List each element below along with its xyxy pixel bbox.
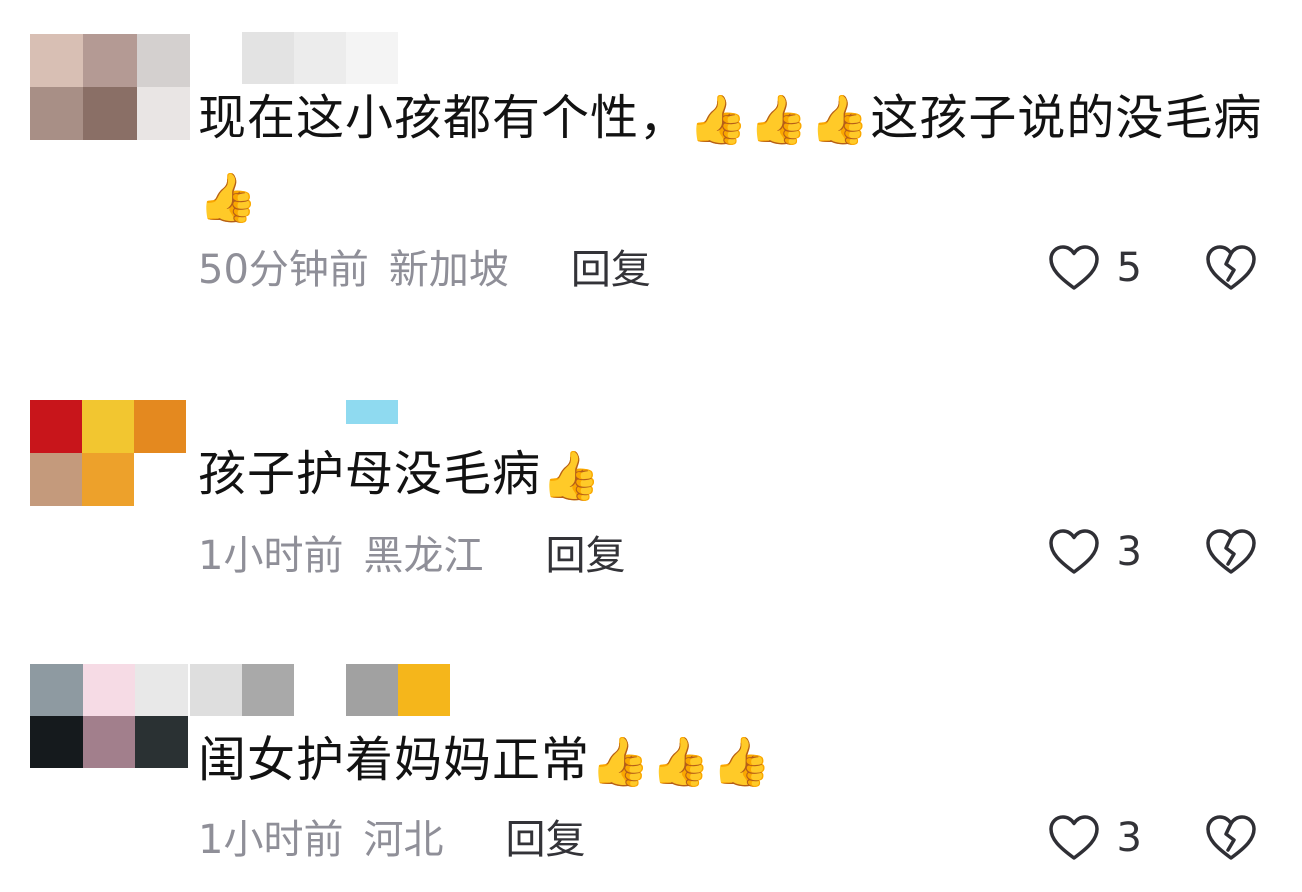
comment-time: 1小时前 xyxy=(198,817,344,863)
avatar-pixel xyxy=(83,87,137,140)
comment-text: 现在这小孩都有个性，👍👍👍这孩子说的没毛病 👍 xyxy=(198,80,1278,236)
username-pixel xyxy=(346,400,398,424)
avatar-pixel xyxy=(134,400,186,453)
comment-item: 现在这小孩都有个性，👍👍👍这孩子说的没毛病 👍 50分钟前 新加坡 回复 5 xyxy=(0,0,1302,293)
username-pixel xyxy=(242,32,294,84)
reply-button[interactable]: 回复 xyxy=(571,237,651,295)
like-group: 3 xyxy=(1047,808,1142,868)
avatar-pixel xyxy=(30,400,82,453)
avatar-pixel xyxy=(135,664,188,716)
thumbs-up-emoji: 👍👍👍 xyxy=(688,92,871,148)
avatar-pixel xyxy=(82,664,136,716)
comment-location: 黑龙江 xyxy=(363,533,484,579)
avatar[interactable] xyxy=(30,34,190,140)
comment-meta: 50分钟前 新加坡 回复 xyxy=(198,236,651,296)
heart-icon[interactable] xyxy=(1047,528,1101,576)
comment-text-part: 闺女护着妈妈正常 xyxy=(198,732,591,788)
username-pixel xyxy=(346,32,398,84)
avatar-pixel xyxy=(30,664,83,716)
reply-button[interactable]: 回复 xyxy=(505,807,585,865)
comment-time: 50分钟前 xyxy=(198,247,369,293)
avatar[interactable] xyxy=(30,400,186,506)
like-count: 5 xyxy=(1116,245,1142,291)
avatar-pixel xyxy=(82,716,136,768)
avatar-pixel xyxy=(82,453,134,506)
username-pixel xyxy=(242,664,294,716)
comment-text: 闺女护着妈妈正常👍👍👍 xyxy=(198,722,1278,800)
avatar[interactable] xyxy=(30,664,188,768)
comment-text: 孩子护母没毛病👍 xyxy=(198,436,1278,514)
comment-meta: 1小时前 黑龙江 回复 xyxy=(198,522,625,582)
comment-item: 闺女护着妈妈正常👍👍👍 1小时前 河北 回复 3 xyxy=(0,580,1302,870)
username-pixel xyxy=(190,664,242,716)
comment-text-part: 这孩子说的没毛病 xyxy=(870,90,1263,146)
like-group: 5 xyxy=(1047,238,1142,298)
comment-location: 新加坡 xyxy=(388,247,509,293)
username-pixel xyxy=(294,32,346,84)
thumbs-up-emoji: 👍 xyxy=(198,170,259,226)
avatar-pixel xyxy=(134,453,186,506)
like-count: 3 xyxy=(1116,529,1142,575)
avatar-pixel xyxy=(135,716,188,768)
heart-icon[interactable] xyxy=(1047,814,1101,862)
avatar-pixel xyxy=(83,34,137,87)
comment-time: 1小时前 xyxy=(198,533,344,579)
avatar-pixel xyxy=(30,34,84,87)
avatar-pixel xyxy=(30,453,82,506)
reply-button[interactable]: 回复 xyxy=(545,523,625,581)
comment-item: 孩子护母没毛病👍 1小时前 黑龙江 回复 3 xyxy=(0,290,1302,580)
dislike-broken-heart-icon[interactable] xyxy=(1204,814,1258,862)
comment-text-part: 现在这小孩都有个性， xyxy=(198,90,689,146)
username-pixel xyxy=(294,664,346,716)
username-pixel xyxy=(398,664,450,716)
comment-location: 河北 xyxy=(363,817,444,863)
avatar-pixel xyxy=(30,87,84,140)
like-count: 3 xyxy=(1116,815,1142,861)
comment-meta: 1小时前 河北 回复 xyxy=(198,806,585,866)
username-blurred[interactable] xyxy=(346,400,398,424)
avatar-pixel xyxy=(136,87,190,140)
comment-text-part: 孩子护母没毛病 xyxy=(198,446,542,502)
thumbs-up-emoji: 👍 xyxy=(541,448,602,504)
username-blurred[interactable] xyxy=(190,664,450,716)
dislike-broken-heart-icon[interactable] xyxy=(1204,244,1258,292)
dislike-broken-heart-icon[interactable] xyxy=(1204,528,1258,576)
username-pixel xyxy=(346,664,398,716)
thumbs-up-emoji: 👍👍👍 xyxy=(590,734,773,790)
avatar-pixel xyxy=(82,400,134,453)
heart-icon[interactable] xyxy=(1047,244,1101,292)
username-blurred[interactable] xyxy=(242,32,398,84)
avatar-pixel xyxy=(30,716,83,768)
avatar-pixel xyxy=(136,34,190,87)
like-group: 3 xyxy=(1047,522,1142,582)
